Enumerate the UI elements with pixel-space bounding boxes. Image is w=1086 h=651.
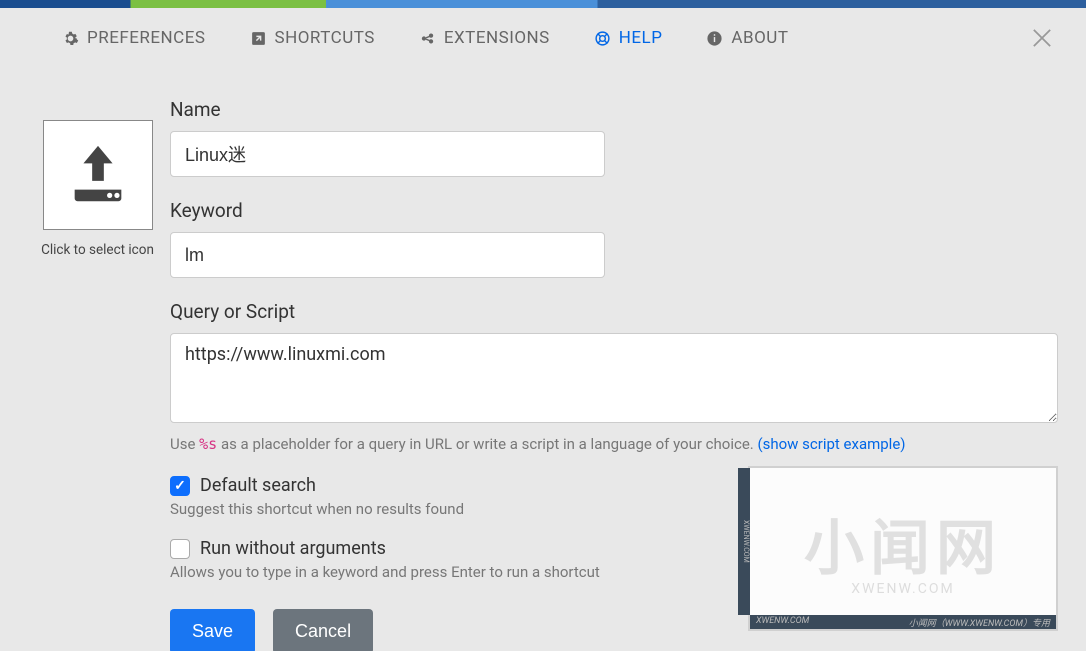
icon-selector[interactable] (43, 120, 153, 230)
tab-extensions[interactable]: EXTENSIONS (397, 28, 572, 48)
name-field-group: Name (170, 98, 1061, 177)
hint-text-suffix: as a placeholder for a query in URL or w… (217, 435, 757, 453)
watermark-main-text: 小闻网 (804, 500, 1002, 587)
tab-label: ABOUT (731, 28, 788, 48)
top-accent-bar (0, 0, 1086, 8)
tab-label: SHORTCUTS (275, 28, 375, 48)
watermark-sub-text: XWENW.COM (851, 581, 954, 597)
watermark-footer-left: XWENW.COM (756, 616, 809, 628)
watermark-footer: XWENW.COM 小闻网（WWW.XWENW.COM）专用 (750, 615, 1056, 629)
arrow-box-icon (250, 30, 267, 47)
icon-selector-panel: Click to select icon (25, 120, 170, 621)
icon-selector-caption: Click to select icon (41, 242, 154, 258)
name-label: Name (170, 98, 1061, 121)
watermark-side-text: XWENW.COM (738, 468, 750, 615)
hint-text-prefix: Use (170, 435, 199, 453)
cancel-button[interactable]: Cancel (273, 609, 373, 651)
tab-label: PREFERENCES (87, 28, 206, 48)
tab-label: EXTENSIONS (444, 28, 550, 48)
default-search-checkbox[interactable] (170, 476, 190, 496)
watermark-overlay: XWENW.COM 小闻网 XWENW.COM XWENW.COM 小闻网（WW… (748, 466, 1058, 631)
hint-code: %s (199, 435, 217, 453)
puzzle-icon (419, 30, 436, 47)
upload-icon (63, 140, 133, 210)
info-icon (706, 30, 723, 47)
keyword-label: Keyword (170, 199, 1061, 222)
keyword-input[interactable] (170, 232, 605, 278)
tab-shortcuts[interactable]: SHORTCUTS (228, 28, 397, 48)
name-input[interactable] (170, 131, 605, 177)
keyword-field-group: Keyword (170, 199, 1061, 278)
default-search-label: Default search (200, 475, 316, 496)
close-button[interactable] (1028, 24, 1056, 52)
show-script-example-link[interactable]: (show script example) (757, 435, 905, 453)
tab-bar: PREFERENCES SHORTCUTS EXTENSIONS HELP AB… (0, 8, 1086, 68)
query-field-group: Query or Script Use %s as a placeholder … (170, 300, 1061, 453)
tab-help[interactable]: HELP (572, 28, 685, 48)
lifebuoy-icon (594, 30, 611, 47)
run-without-args-checkbox[interactable] (170, 539, 190, 559)
query-label: Query or Script (170, 300, 1061, 323)
watermark-footer-right: 小闻网（WWW.XWENW.COM）专用 (909, 616, 1050, 628)
gear-icon (62, 30, 79, 47)
save-button[interactable]: Save (170, 609, 255, 651)
run-without-args-label: Run without arguments (200, 538, 386, 559)
tab-preferences[interactable]: PREFERENCES (40, 28, 228, 48)
tab-about[interactable]: ABOUT (684, 28, 810, 48)
query-textarea[interactable] (170, 333, 1058, 423)
query-hint: Use %s as a placeholder for a query in U… (170, 435, 1061, 453)
tab-label: HELP (619, 28, 663, 48)
